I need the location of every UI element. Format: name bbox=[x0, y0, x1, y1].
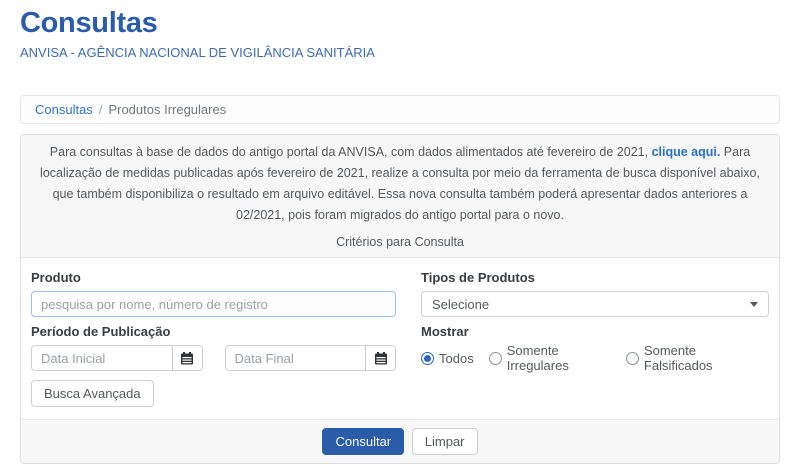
periodo-label: Período de Publicação bbox=[31, 324, 396, 339]
breadcrumb: Consultas / Produtos Irregulares bbox=[20, 95, 780, 124]
tipos-de-produtos-label: Tipos de Produtos bbox=[421, 270, 769, 285]
data-final-input[interactable] bbox=[226, 346, 366, 370]
criteria-title: Critérios para Consulta bbox=[39, 233, 761, 251]
radio-button-icon bbox=[489, 352, 502, 365]
busca-avancada-button[interactable]: Busca Avançada bbox=[31, 380, 154, 407]
radio-button-icon bbox=[626, 352, 639, 365]
produto-input[interactable] bbox=[31, 291, 396, 317]
data-inicial-input[interactable] bbox=[32, 346, 172, 370]
notice-text: Para consultas à base de dados do antigo… bbox=[39, 142, 761, 226]
data-inicial-group bbox=[31, 345, 203, 371]
consulta-form: Produto Tipos de Produtos Selecione Perí… bbox=[21, 258, 779, 419]
data-final-group bbox=[225, 345, 397, 371]
mostrar-radio-group: Todos Somente Irregulares Somente Falsif… bbox=[421, 345, 769, 371]
chevron-down-icon bbox=[750, 302, 758, 307]
breadcrumb-link-consultas[interactable]: Consultas bbox=[35, 102, 93, 117]
page-header: Consultas ANVISA - AGÊNCIA NACIONAL DE V… bbox=[0, 0, 800, 60]
radio-somente-irregulares-label: Somente Irregulares bbox=[507, 343, 611, 373]
clique-aqui-link[interactable]: clique aqui. bbox=[652, 145, 721, 159]
data-inicial-calendar-button[interactable] bbox=[172, 346, 202, 370]
tipos-de-produtos-select[interactable]: Selecione bbox=[421, 291, 769, 317]
calendar-icon bbox=[180, 352, 194, 365]
page-title: Consultas bbox=[20, 7, 780, 40]
tipos-de-produtos-selected-value: Selecione bbox=[432, 297, 489, 312]
consulta-panel: Para consultas à base de dados do antigo… bbox=[20, 134, 780, 464]
radio-somente-falsificados[interactable]: Somente Falsificados bbox=[626, 343, 754, 373]
page-subtitle: ANVISA - AGÊNCIA NACIONAL DE VIGILÂNCIA … bbox=[20, 45, 780, 60]
data-final-calendar-button[interactable] bbox=[365, 346, 395, 370]
limpar-button[interactable]: Limpar bbox=[412, 428, 478, 455]
radio-todos-label: Todos bbox=[439, 351, 474, 366]
radio-somente-irregulares[interactable]: Somente Irregulares bbox=[489, 343, 611, 373]
radio-todos[interactable]: Todos bbox=[421, 351, 474, 366]
notice-panel-heading: Para consultas à base de dados do antigo… bbox=[21, 135, 779, 258]
consultar-button[interactable]: Consultar bbox=[322, 428, 404, 455]
calendar-icon bbox=[374, 352, 388, 365]
mostrar-label: Mostrar bbox=[421, 324, 769, 339]
breadcrumb-current: Produtos Irregulares bbox=[108, 102, 226, 117]
notice-text-before: Para consultas à base de dados do antigo… bbox=[50, 145, 652, 159]
panel-footer: Consultar Limpar bbox=[21, 419, 779, 463]
radio-somente-falsificados-label: Somente Falsificados bbox=[644, 343, 754, 373]
produto-label: Produto bbox=[31, 270, 396, 285]
radio-button-icon bbox=[421, 352, 434, 365]
breadcrumb-separator: / bbox=[99, 102, 103, 117]
